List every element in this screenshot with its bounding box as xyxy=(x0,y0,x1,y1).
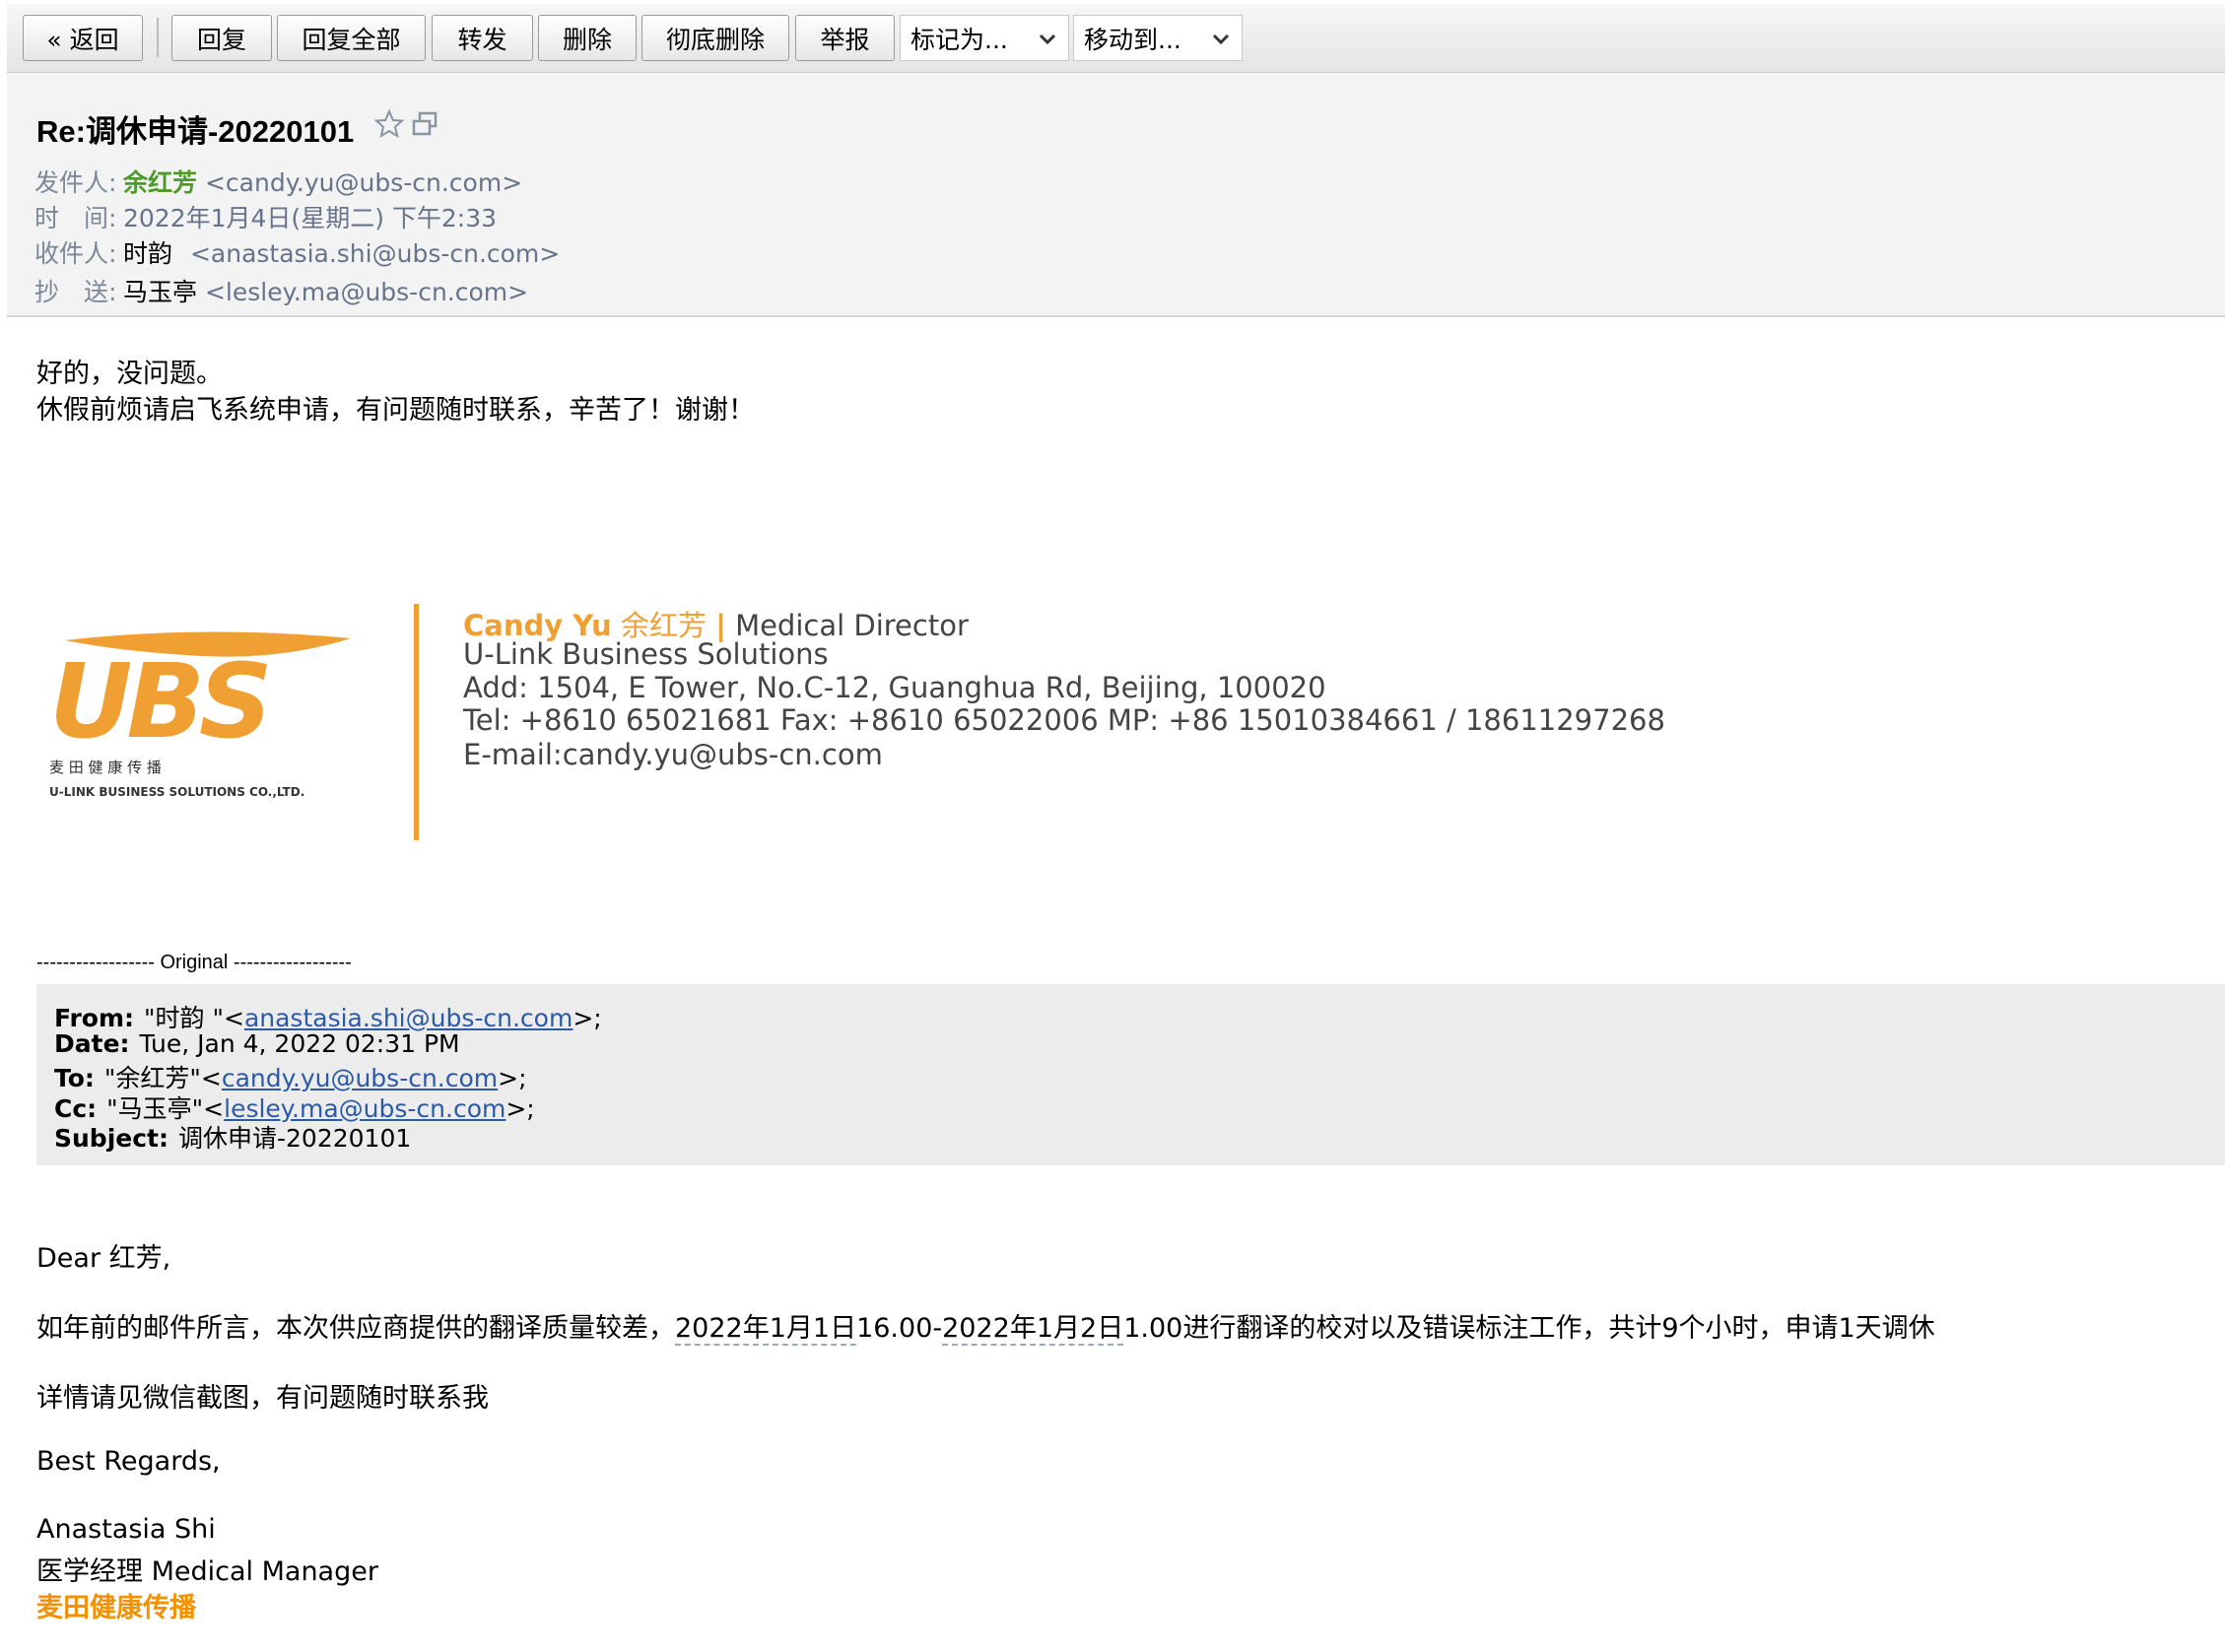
reply-line-1: 好的，没问题。 xyxy=(36,359,223,389)
original-date-value: Tue, Jan 4, 2022 02:31 PM xyxy=(139,1029,460,1058)
ubs-logo: UBS 麦 田 健 康 传 播 U-LINK BUSINESS SOLUTION… xyxy=(49,631,351,799)
reply-all-button[interactable]: 回复全部 xyxy=(277,15,426,61)
delete-button[interactable]: 删除 xyxy=(538,15,637,61)
original-paragraph-1: 如年前的邮件所言，本次供应商提供的翻译质量较差，2022年1月1日16.00-2… xyxy=(36,1306,1935,1346)
paragraph-1-part-b: 16.00- xyxy=(856,1313,943,1344)
paragraph-1-date-2[interactable]: 2022年1月2日 xyxy=(942,1313,1124,1346)
paragraph-1-part-c: 1.00进行翻译的校对以及错误标注工作，共计9个小时，申请1天调休 xyxy=(1123,1313,1935,1344)
report-button[interactable]: 举报 xyxy=(795,15,895,61)
mail-header: Re:调休申请-20220101 发件人: 余红芳 <candy.yu@ubs-c… xyxy=(7,73,2225,317)
original-from-email-link[interactable]: anastasia.shi@ubs-cn.com xyxy=(244,1004,573,1032)
toolbar-separator xyxy=(157,18,159,57)
signature-divider xyxy=(414,604,419,840)
mark-as-label: 标记为... xyxy=(910,25,1008,54)
mark-as-select[interactable]: 标记为... xyxy=(900,15,1069,61)
signature-address: Add: 1504, E Tower, No.C-12, Guanghua Rd… xyxy=(463,671,1326,704)
original-to-tail: >; xyxy=(498,1064,527,1092)
original-regards: Best Regards, xyxy=(36,1446,221,1477)
original-sig-title: 医学经理 Medical Manager xyxy=(36,1556,378,1587)
original-to-name: "余红芳"< xyxy=(103,1064,222,1092)
mail-toolbar: « 返回 回复 回复全部 转发 删除 彻底删除 举报 标记为... 移动到... xyxy=(7,4,2225,73)
header-time-row: 时 间: 2022年1月4日(星期二) 下午2:33 xyxy=(34,199,497,234)
chevron-down-icon xyxy=(1039,33,1056,45)
back-button[interactable]: « 返回 xyxy=(23,15,143,61)
original-to-email-link[interactable]: candy.yu@ubs-cn.com xyxy=(222,1064,498,1092)
signature-phones: Tel: +8610 65021681 Fax: +8610 65022006 … xyxy=(463,703,1665,737)
from-label: 发件人: xyxy=(34,168,117,197)
original-from-label: From: xyxy=(54,1004,135,1032)
logo-text: UBS xyxy=(49,641,268,761)
original-subject-value: 调休申请-20220101 xyxy=(178,1124,412,1153)
paragraph-1-date-1[interactable]: 2022年1月1日 xyxy=(675,1313,857,1346)
from-email: <candy.yu@ubs-cn.com> xyxy=(204,168,523,197)
star-icon[interactable] xyxy=(373,108,405,140)
new-window-icon[interactable] xyxy=(409,108,440,140)
original-header-block: From: "时韵 "<anastasia.shi@ubs-cn.com>; Da… xyxy=(36,984,2225,1165)
to-label: 收件人: xyxy=(34,239,117,268)
cc-label: 抄 送: xyxy=(34,278,117,306)
original-divider: ------------------ Original ------------… xyxy=(36,952,352,973)
original-sig-name: Anastasia Shi xyxy=(36,1514,216,1545)
cc-email: <lesley.ma@ubs-cn.com> xyxy=(204,278,529,306)
original-date-row: Date: Tue, Jan 4, 2022 02:31 PM xyxy=(54,1029,460,1058)
move-to-select[interactable]: 移动到... xyxy=(1073,15,1243,61)
time-label: 时 间: xyxy=(34,204,117,232)
paragraph-1-part-a: 如年前的邮件所言，本次供应商提供的翻译质量较差， xyxy=(36,1313,675,1344)
mail-subject: Re:调休申请-20220101 xyxy=(36,114,355,149)
logo-en-text: U-LINK BUSINESS SOLUTIONS CO.,LTD. xyxy=(49,785,304,799)
signature-email: E-mail:candy.yu@ubs-cn.com xyxy=(463,738,883,771)
original-sig-company: 麦田健康传播 xyxy=(36,1593,196,1623)
original-date-label: Date: xyxy=(54,1029,130,1058)
to-name[interactable]: 时韵 xyxy=(123,239,172,268)
reply-line-2: 休假前烦请启飞系统申请，有问题随时联系，辛苦了！谢谢！ xyxy=(36,395,755,426)
cc-name[interactable]: 马玉亭 xyxy=(123,278,197,306)
forward-button[interactable]: 转发 xyxy=(432,15,533,61)
chevron-down-icon xyxy=(1212,33,1230,45)
original-greeting: Dear 红芳, xyxy=(36,1243,171,1274)
delete-permanent-button[interactable]: 彻底删除 xyxy=(641,15,789,61)
header-cc-row: 抄 送: 马玉亭 <lesley.ma@ubs-cn.com> xyxy=(34,273,528,308)
original-subject-row: Subject: 调休申请-20220101 xyxy=(54,1119,411,1155)
reply-button[interactable]: 回复 xyxy=(171,15,272,61)
to-email: <anastasia.shi@ubs-cn.com> xyxy=(189,239,561,268)
original-paragraph-2: 详情请见微信截图，有问题随时联系我 xyxy=(36,1383,489,1414)
logo-cn-text: 麦 田 健 康 传 播 xyxy=(49,759,162,776)
original-subject-label: Subject: xyxy=(54,1124,169,1153)
time-value: 2022年1月4日(星期二) 下午2:33 xyxy=(123,204,498,232)
original-from-tail: >; xyxy=(573,1004,602,1032)
from-name[interactable]: 余红芳 xyxy=(123,168,197,197)
header-from-row: 发件人: 余红芳 <candy.yu@ubs-cn.com> xyxy=(34,164,522,199)
original-from-name: "时韵 "< xyxy=(144,1004,244,1032)
header-to-row: 收件人: 时韵 <anastasia.shi@ubs-cn.com> xyxy=(34,234,560,270)
original-to-label: To: xyxy=(54,1064,95,1092)
move-to-label: 移动到... xyxy=(1084,25,1181,54)
signature-company: U-Link Business Solutions xyxy=(463,637,829,671)
original-cc-tail: >; xyxy=(506,1094,535,1123)
